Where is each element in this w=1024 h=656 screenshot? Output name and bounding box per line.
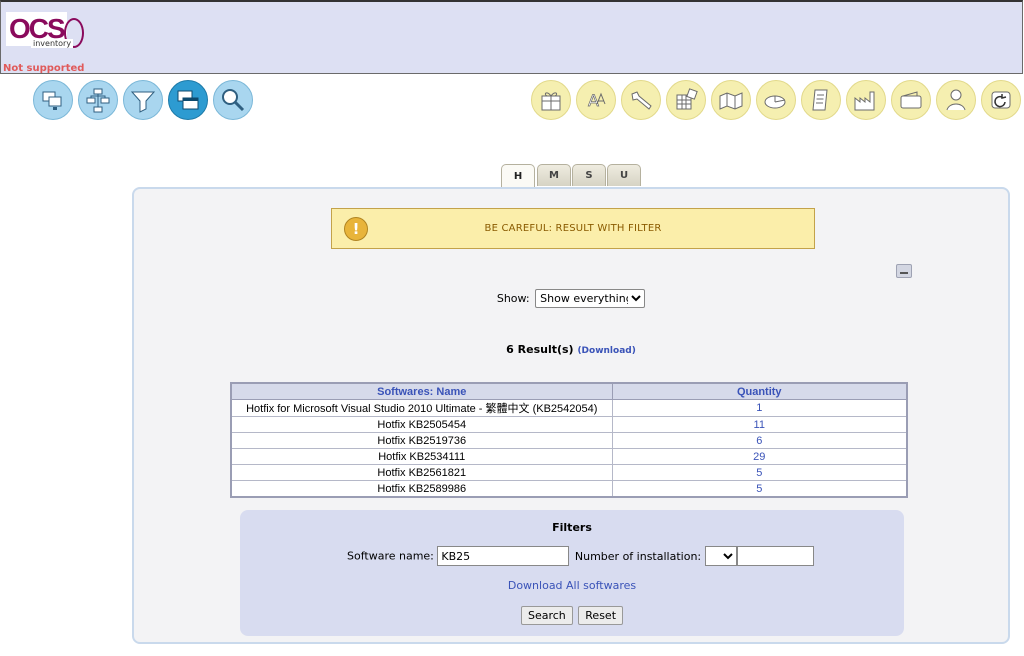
software-name-label: Software name: — [347, 549, 434, 563]
wallet-icon[interactable] — [891, 80, 931, 120]
quantity-cell[interactable]: 5 — [611, 480, 908, 498]
tab-h[interactable]: H — [501, 164, 535, 188]
factory-icon[interactable] — [846, 80, 886, 120]
filter-warning-box: ! BE CAREFUL: RESULT WITH FILTER — [331, 208, 815, 249]
installations-label: Number of installation: — [574, 549, 702, 563]
quantity-cell[interactable]: 11 — [611, 416, 908, 433]
software-name-cell: Hotfix KB2561821 — [230, 464, 613, 481]
main-panel: ! BE CAREFUL: RESULT WITH FILTER Show: S… — [132, 187, 1010, 644]
logo-subtext: inventory — [31, 39, 74, 48]
warning-text: BE CAREFUL: RESULT WITH FILTER — [484, 223, 662, 234]
network-icon[interactable] — [78, 80, 118, 120]
search-button[interactable]: Search — [520, 606, 573, 625]
table-row: Hotfix KB2589986 5 — [230, 480, 908, 498]
installations-operator-select[interactable] — [704, 546, 737, 566]
results-count-line: 6 Result(s) (Download) — [134, 343, 1008, 356]
quantity-cell[interactable]: 1 — [611, 399, 908, 417]
software-name-cell: Hotfix for Microsoft Visual Studio 2010 … — [230, 399, 613, 417]
filter-icon[interactable] — [123, 80, 163, 120]
tab-m[interactable]: M — [537, 164, 571, 186]
column-header-name[interactable]: Softwares: Name — [230, 382, 613, 400]
wrench-icon[interactable] — [621, 80, 661, 120]
search-magnifier-icon[interactable] — [213, 80, 253, 120]
svg-text:A: A — [588, 91, 599, 110]
table-row: Hotfix for Microsoft Visual Studio 2010 … — [230, 399, 908, 417]
software-name-cell: Hotfix KB2519736 — [230, 432, 613, 449]
pie-chart-icon[interactable] — [756, 80, 796, 120]
table-row: Hotfix KB2534111 29 — [230, 448, 908, 465]
logout-icon[interactable] — [981, 80, 1021, 120]
software-name-cell: Hotfix KB2589986 — [230, 480, 613, 498]
registry-icon[interactable] — [666, 80, 706, 120]
software-name-input[interactable] — [437, 546, 570, 566]
tab-s[interactable]: S — [572, 164, 606, 186]
quantity-cell[interactable]: 6 — [611, 432, 908, 449]
table-header-row: Softwares: Name Quantity — [230, 382, 908, 400]
software-windows-icon[interactable] — [168, 80, 208, 120]
software-name-cell: Hotfix KB2534111 — [230, 448, 613, 465]
not-supported-label: Not supported — [3, 63, 85, 74]
show-filter-row: Show: Show everything — [134, 289, 1008, 308]
show-label: Show: — [496, 292, 530, 305]
tab-u[interactable]: U — [607, 164, 641, 186]
filter-buttons: Search Reset — [240, 606, 904, 625]
software-name-cell: Hotfix KB2505454 — [230, 416, 613, 433]
dictionary-icon[interactable]: A — [576, 80, 616, 120]
results-count: 6 Result(s) — [506, 343, 574, 356]
map-icon[interactable] — [711, 80, 751, 120]
document-icon[interactable] — [801, 80, 841, 120]
ocs-logo[interactable]: OCS inventory — [4, 10, 94, 56]
header-bar: OCS inventory Not supported — [0, 0, 1023, 74]
package-gift-icon[interactable] — [531, 80, 571, 120]
show-select[interactable]: Show everything — [535, 289, 646, 308]
download-link[interactable]: (Download) — [577, 346, 635, 356]
computers-icon[interactable] — [33, 80, 73, 120]
quantity-cell[interactable]: 5 — [611, 464, 908, 481]
filters-row: Software name: Number of installation: — [347, 546, 814, 568]
column-header-quantity[interactable]: Quantity — [611, 382, 908, 400]
download-all-softwares-link[interactable]: Download All softwares — [240, 579, 904, 592]
collapse-icon[interactable] — [896, 264, 912, 278]
installations-input[interactable] — [736, 546, 814, 566]
table-row: Hotfix KB2519736 6 — [230, 432, 908, 449]
filters-title: Filters — [552, 521, 592, 534]
user-plugin-icon[interactable] — [936, 80, 976, 120]
reset-button[interactable]: Reset — [578, 606, 624, 625]
software-table: Softwares: Name Quantity Hotfix for Micr… — [230, 382, 908, 498]
table-row: Hotfix KB2561821 5 — [230, 464, 908, 481]
filters-panel: Filters Software name: Number of install… — [240, 510, 904, 636]
table-row: Hotfix KB2505454 11 — [230, 416, 908, 433]
quantity-cell[interactable]: 29 — [611, 448, 908, 465]
